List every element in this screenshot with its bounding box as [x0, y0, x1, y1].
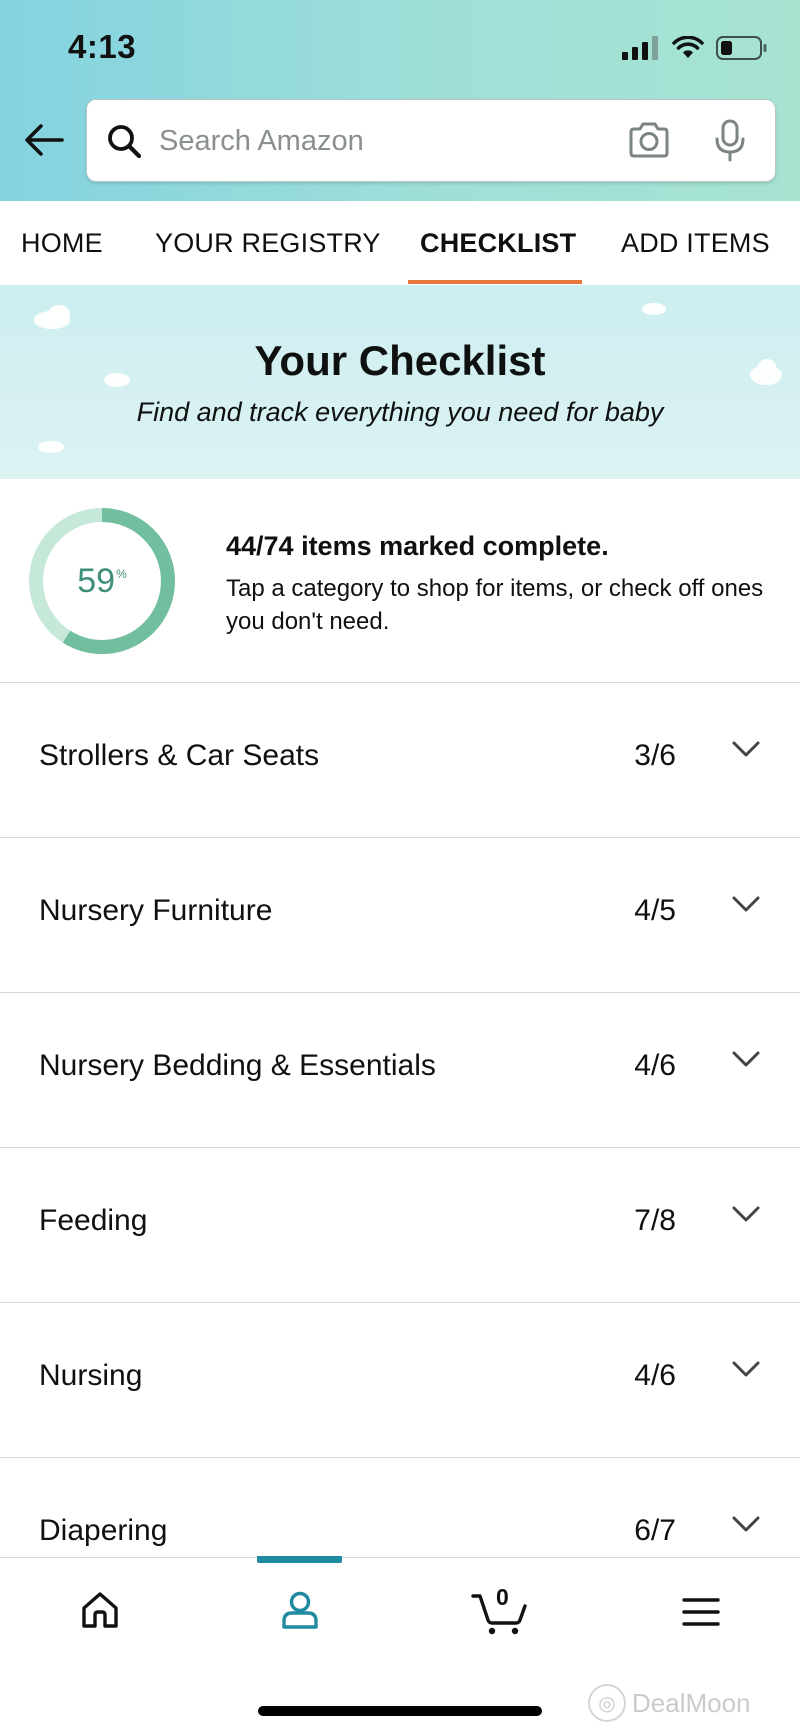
chevron-down-icon[interactable] — [730, 739, 762, 759]
checklist-progress: 59 % 44/74 items marked complete. Tap a … — [0, 479, 800, 683]
cellular-signal-icon — [622, 36, 658, 60]
category-row-strollers-car-seats[interactable]: Strollers & Car Seats 3/6 — [0, 683, 800, 838]
watermark: ◎ DealMoon — [588, 1684, 751, 1722]
category-count: 7/8 — [634, 1204, 676, 1237]
home-icon — [82, 1592, 118, 1628]
category-name: Nursing — [39, 1359, 143, 1392]
watermark-text: DealMoon — [632, 1687, 751, 1718]
category-count: 4/6 — [634, 1359, 676, 1392]
cloud-decoration — [38, 441, 64, 453]
progress-percent: 59 % — [28, 507, 176, 655]
category-row-nursing[interactable]: Nursing 4/6 — [0, 1303, 800, 1458]
voice-search-button[interactable] — [713, 118, 747, 169]
active-tab-underline — [408, 280, 582, 284]
category-list: Strollers & Car Seats 3/6 Nursery Furnit… — [0, 683, 800, 1613]
battery-icon — [716, 36, 767, 60]
status-icons — [622, 30, 768, 66]
cloud-decoration — [48, 305, 70, 323]
page-subtitle: Find and track everything you need for b… — [136, 397, 664, 427]
tab-checklist[interactable]: CHECKLIST — [420, 201, 576, 285]
tab-home[interactable]: HOME — [21, 201, 103, 285]
progress-description: Tap a category to shop for items, or che… — [226, 575, 764, 635]
chevron-down-icon[interactable] — [730, 894, 762, 914]
bottom-navigation: 0 ◎ DealMoon — [0, 1556, 800, 1731]
watermark-logo-icon: ◎ — [588, 1684, 626, 1722]
tab-your-registry[interactable]: YOUR REGISTRY — [155, 201, 381, 285]
registry-tabs: HOME YOUR REGISTRY CHECKLIST ADD ITEMS — [0, 201, 800, 285]
category-count: 4/5 — [634, 894, 676, 927]
category-name: Feeding — [39, 1204, 148, 1237]
search-input[interactable] — [159, 114, 589, 168]
category-name: Nursery Furniture — [39, 894, 273, 927]
category-name: Nursery Bedding & Essentials — [39, 1049, 436, 1082]
progress-percent-value: 59 — [77, 561, 116, 600]
chevron-down-icon[interactable] — [730, 1359, 762, 1379]
category-count: 6/7 — [634, 1514, 676, 1547]
nav-menu-button[interactable] — [682, 1596, 720, 1633]
search-icon — [108, 125, 142, 159]
progress-percent-sign: % — [116, 567, 127, 581]
microphone-icon — [715, 119, 745, 162]
camera-search-button[interactable] — [627, 120, 671, 165]
cloud-decoration — [642, 303, 666, 315]
category-row-nursery-bedding[interactable]: Nursery Bedding & Essentials 4/6 — [0, 993, 800, 1148]
cart-count-badge: 0 — [496, 1584, 509, 1610]
profile-icon — [282, 1591, 318, 1629]
wifi-icon — [672, 36, 704, 58]
app-header: 4:13 — [0, 0, 800, 201]
category-count: 3/6 — [634, 739, 676, 772]
home-indicator-bar[interactable] — [258, 1706, 542, 1716]
progress-summary: 44/74 items marked complete. — [226, 531, 609, 561]
category-name: Diapering — [39, 1514, 168, 1547]
checklist-banner: Your Checklist Find and track everything… — [0, 285, 800, 479]
back-arrow-icon — [25, 124, 64, 156]
chevron-down-icon[interactable] — [730, 1049, 762, 1069]
back-button[interactable] — [22, 118, 66, 162]
search-bar[interactable] — [86, 99, 776, 182]
active-nav-indicator — [257, 1556, 342, 1563]
category-name: Strollers & Car Seats — [39, 739, 320, 772]
chevron-down-icon[interactable] — [730, 1204, 762, 1224]
nav-profile-button[interactable] — [278, 1588, 322, 1637]
menu-icon — [682, 1598, 720, 1626]
status-time: 4:13 — [68, 28, 137, 65]
category-row-feeding[interactable]: Feeding 7/8 — [0, 1148, 800, 1303]
category-count: 4/6 — [634, 1049, 676, 1082]
chevron-down-icon[interactable] — [730, 1514, 762, 1534]
nav-home-button[interactable] — [78, 1588, 122, 1637]
camera-icon — [629, 122, 669, 158]
page-title: Your Checklist — [254, 337, 546, 384]
tab-add-items[interactable]: ADD ITEMS — [621, 201, 770, 285]
category-row-nursery-furniture[interactable]: Nursery Furniture 4/5 — [0, 838, 800, 993]
